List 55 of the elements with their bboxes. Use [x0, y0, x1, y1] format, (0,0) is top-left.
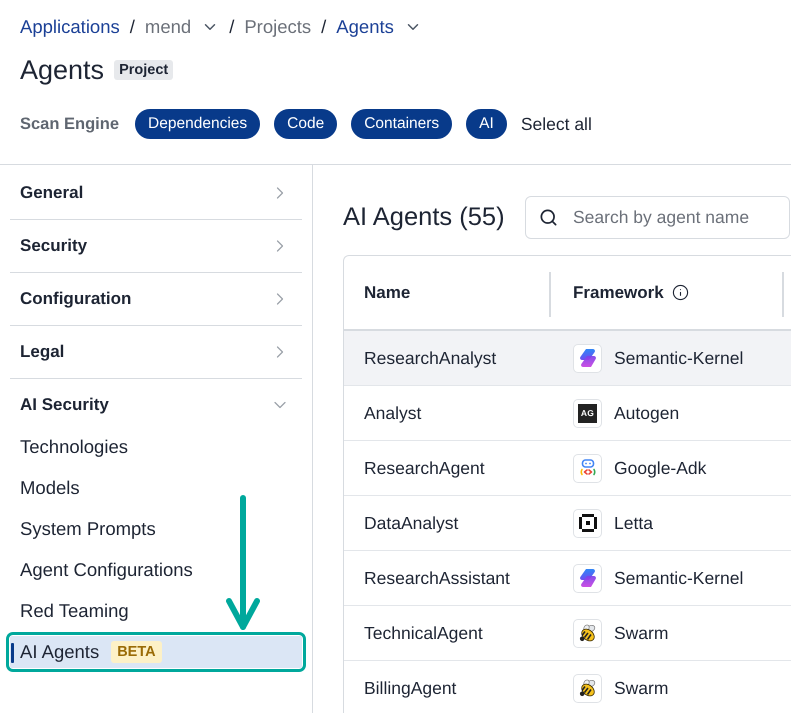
bee-icon — [573, 674, 602, 702]
filter-chip[interactable]: AI — [466, 109, 507, 139]
framework-name: Semantic-Kernel — [614, 568, 744, 588]
project-tag: Project — [114, 60, 174, 80]
agent-name-cell-text: ResearchAssistant — [363, 566, 511, 590]
breadcrumb-link[interactable]: Projects — [244, 16, 312, 38]
breadcrumb-separator: / — [229, 16, 234, 38]
sidebar-section[interactable]: Configuration — [10, 273, 302, 326]
agent-name-cell-text: TechnicalAgent — [363, 622, 484, 645]
filter-chip[interactable]: Code — [274, 109, 338, 139]
column-header[interactable]: Name — [364, 282, 410, 302]
search-icon — [539, 208, 558, 227]
sidebar-section[interactable]: AI Security — [10, 379, 302, 431]
sidebar-item[interactable]: Technologies — [10, 431, 302, 463]
breadcrumb-separator: / — [130, 16, 135, 38]
framework-name: Semantic-Kernel — [614, 348, 744, 368]
breadcrumb-link[interactable]: Agents — [336, 16, 394, 38]
search-field[interactable]: Search by agent name — [525, 196, 790, 239]
square-dot-logo-icon — [573, 508, 602, 538]
sidebar-item[interactable]: Models — [10, 472, 302, 504]
framework-name: Google-Adk — [614, 458, 706, 478]
ribbon-logo-icon — [573, 564, 602, 592]
breadcrumb-link[interactable]: mend — [144, 16, 192, 38]
framework-name: Swarm — [614, 622, 668, 644]
info-icon[interactable] — [672, 284, 689, 301]
select-all-button[interactable]: Select all — [520, 114, 592, 134]
table-row[interactable]: ResearchAnalyst Semantic-Kernel — [344, 331, 791, 386]
framework-name: Letta — [614, 512, 653, 534]
column-header[interactable]: Framework — [573, 282, 664, 302]
page-title: Agents — [20, 54, 104, 86]
robot-logo-icon — [573, 454, 602, 482]
beta-tag: BETA — [111, 641, 162, 663]
bee-icon — [573, 618, 602, 648]
sidebar-section[interactable]: Legal — [10, 326, 302, 379]
sidebar-section[interactable]: General — [10, 167, 302, 220]
breadcrumb-link[interactable]: Applications — [20, 16, 120, 38]
breadcrumb-separator: / — [321, 16, 326, 38]
agent-name-cell-text: BillingAgent — [363, 676, 458, 700]
agent-name-cell-text: Analyst — [363, 402, 422, 425]
section-title: AI Agents (55) — [343, 203, 505, 232]
ribbon-logo-icon — [573, 344, 602, 372]
sidebar-item[interactable]: Agent Configurations — [10, 554, 302, 586]
agent-name-cell-text: DataAnalyst — [363, 512, 460, 535]
agent-name-cell-text: ResearchAnalyst — [363, 346, 498, 370]
filter-chip[interactable]: Containers — [351, 109, 452, 139]
filter-chip[interactable]: Dependencies — [135, 109, 260, 139]
sidebar-item[interactable]: System Prompts — [10, 513, 302, 545]
framework-name: Autogen — [614, 402, 680, 424]
sidebar-item[interactable]: Red Teaming — [10, 595, 302, 627]
sidebar-section[interactable]: Security — [10, 220, 302, 273]
monogram-logo: AG — [573, 398, 602, 428]
agent-name-cell-text: ResearchAgent — [363, 456, 486, 480]
sidebar-item[interactable]: AI Agents BETA — [10, 636, 302, 668]
filter-label: Scan Engine — [20, 114, 120, 134]
framework-name: Swarm — [614, 678, 668, 698]
